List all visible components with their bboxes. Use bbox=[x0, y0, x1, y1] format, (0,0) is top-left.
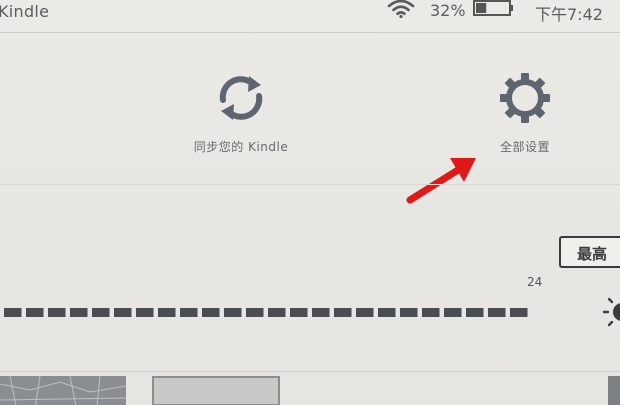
wifi-icon bbox=[387, 0, 415, 18]
brightness-segment bbox=[246, 308, 264, 317]
brightness-segment bbox=[290, 308, 308, 317]
brightness-segment bbox=[26, 308, 44, 317]
device-title: Kindle bbox=[0, 2, 50, 21]
clock: 下午7:42 bbox=[535, 5, 603, 24]
book-cover-thumbnail[interactable] bbox=[152, 376, 280, 405]
sun-icon[interactable] bbox=[598, 292, 620, 332]
brightness-segment bbox=[4, 308, 22, 317]
all-settings-button[interactable]: 全部设置 bbox=[470, 70, 580, 155]
gear-icon bbox=[500, 73, 550, 123]
brightness-segment bbox=[202, 308, 220, 317]
brightness-segment bbox=[224, 308, 242, 317]
brightness-segment bbox=[70, 308, 88, 317]
status-bar: Kindle 32% 下午7:42 bbox=[0, 0, 620, 30]
battery-percentage: 32% bbox=[430, 1, 466, 20]
brightness-segment bbox=[92, 308, 110, 317]
section-divider bbox=[0, 184, 620, 185]
brightness-segment bbox=[488, 308, 506, 317]
brightness-segment bbox=[356, 308, 374, 317]
book-cover-thumbnail[interactable] bbox=[0, 376, 126, 405]
map-pattern bbox=[0, 376, 126, 405]
brightness-segment bbox=[312, 308, 330, 317]
brightness-segment bbox=[268, 308, 286, 317]
annotation-arrow-icon bbox=[406, 158, 476, 204]
kindle-screen: Kindle 32% 下午7:42 同步您的 Kindle 全部设置 最高 24 bbox=[0, 0, 620, 405]
brightness-segment bbox=[510, 308, 528, 317]
book-cover-thumbnail[interactable] bbox=[608, 376, 620, 405]
brightness-value: 24 bbox=[527, 275, 543, 289]
brightness-segment bbox=[334, 308, 352, 317]
brightness-segment bbox=[180, 308, 198, 317]
sync-icon bbox=[219, 76, 263, 120]
brightness-slider-segments bbox=[4, 308, 528, 317]
battery-icon bbox=[473, 0, 513, 16]
bottom-divider bbox=[0, 371, 620, 372]
brightness-segment bbox=[114, 308, 132, 317]
brightness-segment bbox=[158, 308, 176, 317]
sync-label: 同步您的 Kindle bbox=[193, 140, 289, 154]
sync-kindle-button[interactable]: 同步您的 Kindle bbox=[176, 70, 306, 155]
brightness-slider[interactable] bbox=[0, 307, 560, 319]
brightness-segment bbox=[48, 308, 66, 317]
brightness-segment bbox=[422, 308, 440, 317]
brightness-segment bbox=[466, 308, 484, 317]
brightness-segment bbox=[136, 308, 154, 317]
brightness-segment bbox=[378, 308, 396, 317]
brightness-segment bbox=[400, 308, 418, 317]
brightness-segment bbox=[444, 308, 462, 317]
status-divider bbox=[0, 32, 620, 33]
brightness-max-button[interactable]: 最高 bbox=[559, 236, 620, 268]
